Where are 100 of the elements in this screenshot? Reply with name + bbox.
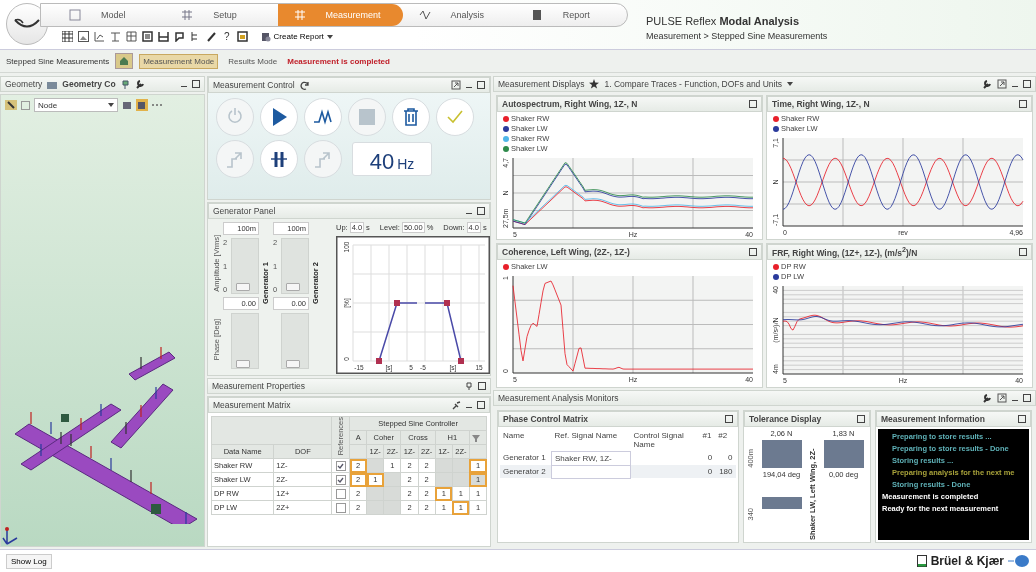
table-cell: 0 bbox=[699, 465, 716, 478]
maximize-button[interactable] bbox=[857, 415, 865, 423]
minimize-button[interactable] bbox=[466, 212, 472, 215]
plug-icon[interactable] bbox=[452, 400, 461, 410]
mode-tab[interactable]: Results Mode bbox=[224, 53, 282, 69]
mode-button[interactable] bbox=[115, 53, 134, 69]
step-icon bbox=[314, 150, 332, 168]
calendar-icon[interactable] bbox=[236, 31, 248, 42]
stop-icon bbox=[358, 108, 376, 126]
checkbox[interactable] bbox=[335, 488, 346, 499]
slider-track[interactable] bbox=[281, 238, 309, 294]
window-icon[interactable] bbox=[997, 393, 1007, 403]
node-dropdown[interactable]: Node bbox=[34, 98, 118, 112]
funnel-icon bbox=[472, 433, 480, 442]
ribbon-tab[interactable]: Model bbox=[53, 4, 166, 26]
maximize-button[interactable] bbox=[477, 401, 485, 409]
ruler-icon[interactable] bbox=[110, 31, 121, 42]
chart-icon[interactable] bbox=[94, 31, 105, 42]
checkbox[interactable] bbox=[335, 474, 346, 485]
frequency-unit: Hz bbox=[397, 156, 415, 172]
select-icon[interactable] bbox=[5, 100, 17, 110]
delete-button[interactable] bbox=[392, 98, 430, 136]
caret-icon bbox=[787, 82, 794, 86]
show-log-button[interactable]: Show Log bbox=[6, 553, 52, 569]
pencil-icon[interactable] bbox=[206, 31, 217, 42]
maximize-button[interactable] bbox=[1019, 100, 1027, 108]
wave-icon bbox=[314, 108, 332, 126]
maximize-button[interactable] bbox=[1023, 394, 1031, 402]
cube-icon[interactable] bbox=[136, 99, 148, 111]
pin-icon[interactable] bbox=[465, 382, 473, 390]
magnitude-bar bbox=[761, 497, 802, 509]
refresh-icon[interactable] bbox=[299, 80, 309, 90]
slider-thumb[interactable] bbox=[236, 282, 250, 291]
ribbon-tab[interactable]: Setup bbox=[165, 4, 278, 26]
help-button[interactable]: ? bbox=[222, 31, 232, 42]
maximize-button[interactable] bbox=[477, 207, 485, 215]
maximize-button[interactable] bbox=[477, 81, 485, 89]
panel-tab[interactable]: Geometry Co bbox=[62, 79, 116, 89]
maximize-button[interactable] bbox=[725, 415, 733, 423]
slider-thumb[interactable] bbox=[236, 360, 250, 368]
play-button[interactable] bbox=[260, 98, 298, 136]
minimize-button[interactable] bbox=[466, 86, 472, 89]
minimize-button[interactable] bbox=[466, 406, 472, 409]
maximize-button[interactable] bbox=[749, 248, 757, 256]
ribbon-tab[interactable]: Report bbox=[514, 4, 628, 26]
pin-icon[interactable] bbox=[120, 79, 130, 89]
wrench-icon[interactable] bbox=[134, 79, 145, 89]
column-header: Control Signal Name bbox=[630, 429, 700, 451]
maximize-button[interactable] bbox=[192, 80, 200, 88]
create-report-button[interactable]: Create Report bbox=[260, 31, 333, 42]
wrench-icon[interactable] bbox=[982, 393, 992, 403]
plot-title: Autospectrum, Right Wing, 1Z-, N bbox=[502, 99, 638, 109]
maximize-button[interactable] bbox=[1019, 248, 1027, 256]
checkbox[interactable] bbox=[335, 502, 346, 513]
maximize-button[interactable] bbox=[1023, 80, 1031, 88]
window-icon[interactable] bbox=[142, 31, 153, 42]
plot-title: FRF, Right Wing, (1Z+, 1Z-), (m/s$^{2}$)/N bbox=[772, 246, 918, 258]
checkbox[interactable] bbox=[335, 460, 346, 471]
save-icon[interactable] bbox=[158, 31, 169, 42]
power-icon bbox=[226, 108, 244, 126]
column-header: #1 bbox=[701, 430, 713, 442]
cube-icon[interactable] bbox=[122, 100, 132, 110]
grid-icon bbox=[293, 9, 306, 21]
window-icon[interactable] bbox=[997, 79, 1007, 89]
minimize-button[interactable] bbox=[181, 85, 187, 88]
step-icon bbox=[226, 150, 244, 168]
globe-icon bbox=[1008, 554, 1030, 568]
more-icon[interactable] bbox=[152, 103, 162, 107]
hold-button[interactable] bbox=[260, 140, 298, 178]
panel-title: Measurement Properties bbox=[212, 381, 306, 391]
table-cell: Generator 1 bbox=[500, 451, 552, 465]
slider-thumb[interactable] bbox=[286, 360, 300, 368]
window-icon[interactable] bbox=[451, 80, 461, 90]
slider-track[interactable] bbox=[231, 238, 259, 294]
maximize-button[interactable] bbox=[1018, 415, 1026, 423]
table-cell[interactable]: Shaker RW, 1Z- bbox=[551, 451, 631, 465]
panel-title: Measurement Control bbox=[213, 80, 295, 90]
table-icon[interactable] bbox=[126, 31, 137, 42]
panel-title: Measurement Analysis Monitors bbox=[498, 393, 619, 403]
layout-dropdown[interactable]: 1. Compare Traces - Function, DOFs and Units bbox=[604, 79, 783, 89]
minimize-button[interactable] bbox=[1012, 85, 1018, 88]
ribbon-tab[interactable]: Analysis bbox=[402, 4, 515, 26]
slider-thumb[interactable] bbox=[286, 282, 300, 291]
document-icon bbox=[530, 9, 543, 21]
mode-tab[interactable]: Measurement Mode bbox=[139, 53, 219, 69]
plot-title: Time, Right Wing, 1Z-, N bbox=[772, 99, 870, 109]
slider-track[interactable] bbox=[231, 313, 259, 369]
image-icon[interactable] bbox=[78, 31, 89, 42]
page-label: Stepped Sine Measurements bbox=[6, 56, 110, 66]
column-header: Name bbox=[500, 429, 552, 451]
grid-icon[interactable] bbox=[62, 31, 73, 42]
maximize-button[interactable] bbox=[749, 100, 757, 108]
panel-title: Measurement Matrix bbox=[213, 400, 291, 410]
slider-track[interactable] bbox=[281, 313, 309, 369]
maximize-button[interactable] bbox=[478, 382, 486, 390]
wrench-icon[interactable] bbox=[982, 79, 992, 89]
column-header: #2 bbox=[717, 430, 729, 442]
minimize-button[interactable] bbox=[1012, 399, 1018, 402]
wave-button[interactable] bbox=[304, 98, 342, 136]
comment-icon[interactable] bbox=[174, 31, 185, 42]
